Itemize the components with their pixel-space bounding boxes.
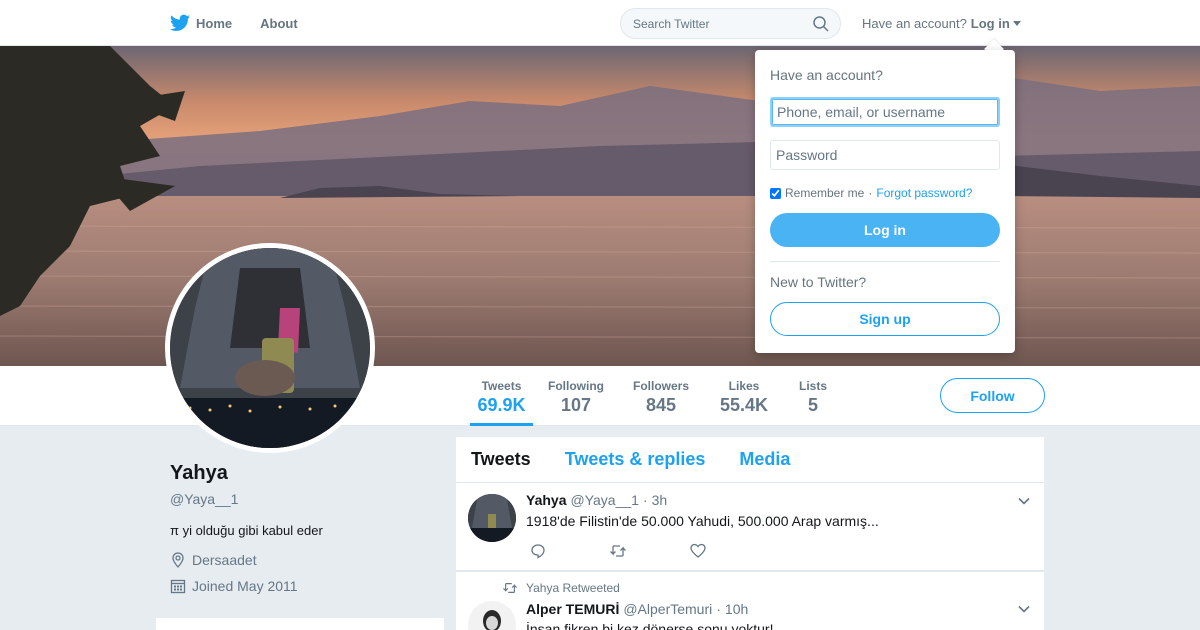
like-icon[interactable]: [688, 541, 708, 561]
tweet-avatar[interactable]: [468, 494, 516, 542]
signup-button[interactable]: Sign up: [770, 302, 1000, 336]
account-question: Have an account?: [862, 15, 967, 31]
separator-dot: ·: [642, 492, 648, 508]
nav-about-label: About: [260, 15, 298, 31]
dropdown-title: Have an account?: [770, 67, 883, 83]
search-icon[interactable]: [812, 15, 830, 33]
password-input[interactable]: [770, 140, 1000, 170]
caret-down-icon: [1012, 20, 1021, 26]
stat-likes[interactable]: Likes 55.4K: [716, 366, 772, 426]
profile-handle[interactable]: @Yaya__1: [170, 491, 445, 507]
tweet-author-handle[interactable]: @AlperTemuri: [623, 601, 712, 617]
profile-avatar[interactable]: [165, 243, 375, 453]
tab-media[interactable]: Media: [739, 449, 790, 470]
login-dropdown-toggle[interactable]: Log in: [971, 16, 1021, 31]
tweet-avatar[interactable]: [468, 601, 516, 630]
account-area: Have an account? Log in: [862, 0, 1021, 46]
nav-links: Home About: [170, 0, 298, 46]
tweet-author-name[interactable]: Alper TEMURİ: [526, 601, 619, 617]
chevron-down-icon[interactable]: [1016, 601, 1032, 617]
timeline: Tweets Tweets & replies Media Yahya @Yay…: [456, 437, 1044, 630]
nav-home-label: Home: [196, 15, 233, 31]
reply-icon[interactable]: [528, 541, 548, 561]
tweet-text: 1918'de Filistin'de 50.000 Yahudi, 500.0…: [526, 513, 879, 529]
tweet-actions: [528, 541, 708, 561]
login-button[interactable]: Log in: [770, 213, 1000, 247]
tweet-time[interactable]: 3h: [652, 492, 668, 508]
dropdown-divider: [770, 261, 1000, 262]
login-dropdown: Have an account? Remember me · Forgot pa…: [755, 50, 1015, 353]
stat-following[interactable]: Following 107: [545, 366, 607, 426]
nav-home[interactable]: Home: [170, 14, 232, 32]
tweet-text: İnsan fikren bi kez dönerse sonu yoktur!: [526, 621, 774, 630]
remember-row: Remember me · Forgot password?: [770, 186, 1000, 200]
avatar-photo: [170, 248, 370, 448]
stat-lists[interactable]: Lists 5: [795, 366, 831, 426]
profile-info: Yahya @Yaya__1 π yi olduğu gibi kabul ed…: [170, 462, 445, 594]
tweet-header: Alper TEMURİ @AlperTemuri · 10h: [526, 601, 748, 617]
stat-likes-label: Likes: [728, 379, 760, 393]
location-pin-icon: [172, 552, 184, 568]
stat-following-value: 107: [560, 395, 592, 415]
joined-text: Joined May 2011: [192, 578, 298, 594]
profile-name[interactable]: Yahya: [170, 462, 445, 485]
stat-lists-value: 5: [807, 395, 818, 415]
stat-likes-value: 55.4K: [719, 395, 769, 415]
search-box: [620, 8, 841, 39]
stat-followers-value: 845: [645, 395, 677, 415]
stat-tweets[interactable]: Tweets 69.9K: [470, 366, 533, 426]
tweet-item[interactable]: Yahya @Yaya__1 · 3h 1918'de Filistin'de …: [456, 483, 1044, 571]
profile-joined: Joined May 2011: [170, 578, 445, 594]
remember-checkbox[interactable]: [770, 187, 781, 199]
profile-bio: π yi olduğu gibi kabul eder: [170, 523, 323, 538]
sidebar-card: [156, 618, 444, 630]
retweet-context-text[interactable]: Yahya Retweeted: [526, 581, 620, 595]
forgot-password-link[interactable]: Forgot password?: [876, 186, 972, 200]
retweet-icon: [503, 583, 517, 593]
chevron-down-icon[interactable]: [1016, 493, 1032, 509]
tweet-item[interactable]: Yahya Retweeted Alper TEMURİ @AlperTemur…: [456, 571, 1044, 630]
stat-tweets-value: 69.9K: [477, 395, 526, 415]
username-input[interactable]: [770, 97, 1000, 127]
twitter-bird-icon: [170, 14, 190, 31]
stat-lists-label: Lists: [798, 379, 827, 393]
calendar-icon: [170, 579, 186, 594]
follow-button[interactable]: Follow: [940, 378, 1045, 413]
top-navigation: Home About Have an account? Log in: [0, 0, 1200, 46]
separator-dot: ·: [868, 186, 873, 200]
tab-tweets-replies[interactable]: Tweets & replies: [565, 449, 706, 470]
profile-location: Dersaadet: [170, 552, 445, 568]
stat-following-label: Following: [548, 379, 604, 393]
stat-tweets-label: Tweets: [481, 379, 522, 393]
search-input[interactable]: [633, 16, 812, 31]
remember-label[interactable]: Remember me: [785, 186, 864, 200]
retweet-icon[interactable]: [608, 541, 628, 561]
nav-about[interactable]: About: [260, 16, 298, 31]
retweet-context: Yahya Retweeted: [502, 581, 620, 595]
timeline-tabs: Tweets Tweets & replies Media: [456, 437, 1044, 483]
tweet-header: Yahya @Yaya__1 · 3h: [526, 492, 667, 508]
tweet-time[interactable]: 10h: [725, 601, 748, 617]
new-to-twitter-text: New to Twitter?: [770, 274, 867, 290]
location-text: Dersaadet: [192, 552, 257, 568]
separator-dot: ·: [716, 601, 721, 617]
tab-tweets[interactable]: Tweets: [471, 449, 531, 470]
stat-followers-label: Followers: [632, 379, 689, 393]
login-label: Log in: [970, 15, 1010, 31]
tweet-author-name[interactable]: Yahya: [526, 492, 566, 508]
stat-followers[interactable]: Followers 845: [630, 366, 692, 426]
tweet-author-handle[interactable]: @Yaya__1: [570, 492, 638, 508]
